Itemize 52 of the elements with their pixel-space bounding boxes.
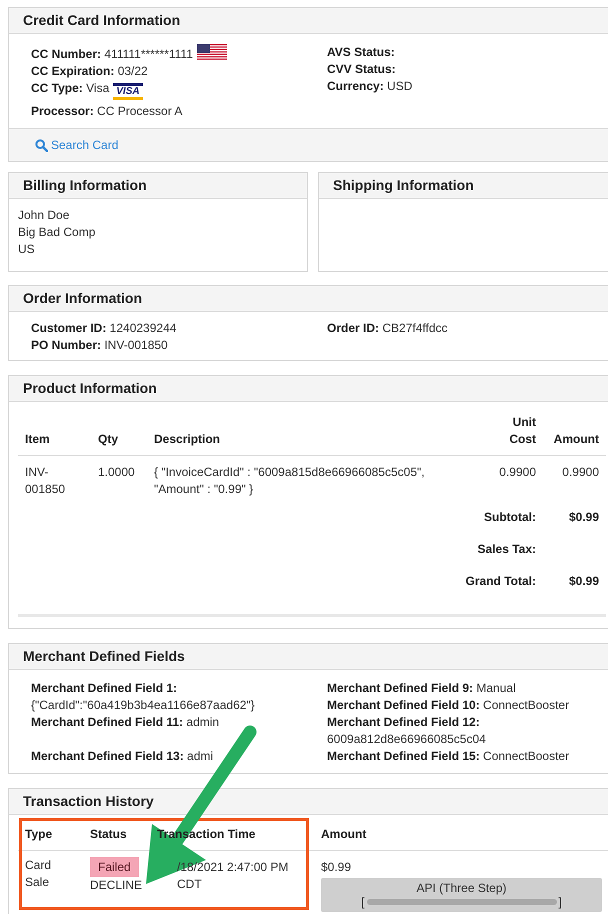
column-header: Amount — [552, 431, 599, 448]
merchant-field: Merchant Defined Field 13: admi — [31, 748, 327, 765]
search-icon — [35, 138, 48, 152]
table-cell-text: 1.0000 — [98, 464, 136, 481]
info-field: PO Number: INV-001850 — [31, 337, 327, 354]
panel-title: Credit Card Information — [23, 11, 180, 30]
total-value: $0.99 — [568, 573, 599, 590]
total-label: Subtotal: — [484, 509, 536, 526]
panel-title: Billing Information — [23, 176, 147, 195]
info-field: Currency: USD — [327, 78, 608, 95]
panel-title: Merchant Defined Fields — [23, 647, 185, 666]
panel-title: Product Information — [23, 379, 157, 398]
merchant-field: Merchant Defined Field 15: ConnectBooster — [327, 748, 597, 765]
panel-title: Shipping Information — [333, 176, 474, 195]
total-value: $0.99 — [568, 509, 599, 526]
merchant-field: Merchant Defined Field 9: Manual — [327, 680, 597, 697]
info-field: Order ID: CB27f4ffdcc — [327, 320, 608, 337]
column-header: Description — [154, 431, 222, 448]
table-cell-text: INV-001850 — [25, 464, 66, 498]
merchant-field: Merchant Defined Field 10: ConnectBooster — [327, 697, 597, 714]
column-header: Item — [25, 431, 51, 448]
table-cell-text: 0.9900 — [498, 464, 536, 481]
table-cell: $0.99 — [321, 859, 352, 876]
panel-title: Order Information — [23, 289, 142, 308]
card-logo: VISA — [113, 83, 143, 100]
table-cell-text: 0.9900 — [561, 464, 599, 481]
flag-icon — [196, 44, 227, 61]
status-badge: Failed — [90, 857, 139, 877]
address-line: Big Bad Comp — [18, 224, 96, 241]
table-cell-text: { "InvoiceCardId" : "6009a815d8e66966085c5c05", "Amount" : "0.99" } — [154, 464, 426, 498]
panel-title: Transaction History — [23, 792, 154, 811]
info-field: CVV Status: — [327, 61, 608, 78]
info-field: Customer ID: 1240239244 — [31, 320, 327, 337]
total-label: Grand Total: — [466, 573, 536, 590]
info-field: Processor: CC Processor A — [31, 103, 327, 120]
info-field: CC Expiration: 03/22 — [31, 63, 327, 80]
info-field: CC Type: Visa VISA — [31, 80, 327, 100]
column-header: Unit Cost — [508, 414, 536, 448]
column-header: Amount — [321, 826, 368, 843]
column-header: Qty — [98, 431, 120, 448]
column-header: Type — [25, 826, 54, 843]
info-field: AVS Status: — [327, 44, 608, 61]
merchant-field: Merchant Defined Field 12: 6009a812d8e66966085c5c04 — [327, 714, 597, 748]
info-field: CC Number: 411111******1111 — [31, 44, 327, 63]
address-line: John Doe — [18, 207, 70, 224]
merchant-field: Merchant Defined Field 11: admin — [31, 714, 327, 731]
response-text: DECLINE — [90, 877, 142, 894]
api-button[interactable]: API (Three Step) [ ] — [321, 878, 602, 912]
table-cell-text: Card Sale — [25, 857, 52, 891]
total-label: Sales Tax: — [478, 541, 536, 558]
address-line: US — [18, 241, 36, 258]
column-header: Status — [90, 826, 128, 843]
